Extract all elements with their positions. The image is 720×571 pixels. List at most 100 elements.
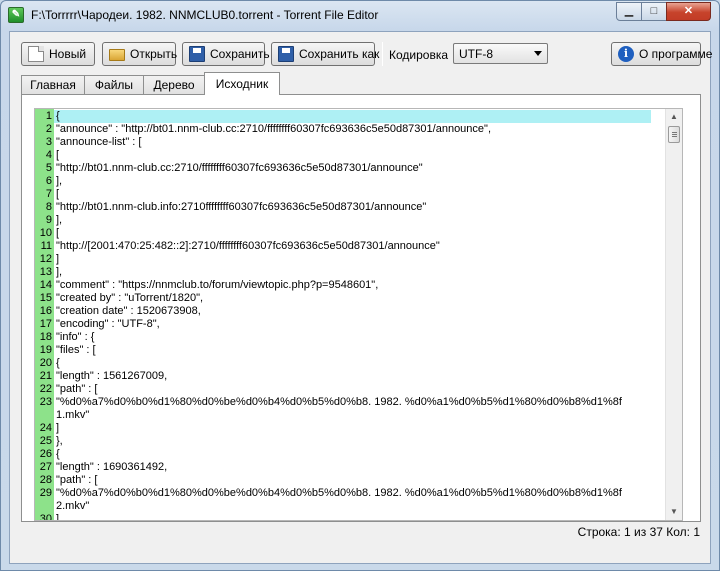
code-line[interactable]: 2.mkv" [35,500,667,513]
open-button-label: Открыть [130,47,178,61]
line-text: "%d0%a7%d0%b0%d1%80%d0%be%d0%b4%d0%b5%d0… [56,396,622,408]
scrollbar-thumb[interactable] [668,126,680,143]
code-line[interactable]: 16 "creation date" : 1520673908, [35,305,667,318]
line-text: "http://[2001:470:25:482::2]:2710/ffffff… [56,240,440,252]
line-number: 1 [45,110,52,122]
line-number: 13 [39,266,52,278]
line-number: 18 [39,331,52,343]
line-number: 11 [40,240,52,252]
about-button[interactable]: i О программе [611,42,712,66]
save-as-button[interactable]: Сохранить как [271,42,379,66]
line-text: ] [56,253,60,265]
line-text: ], [56,175,63,187]
close-button[interactable]: ✕ [666,2,711,21]
code-line[interactable]: 18 "info" : { [35,331,667,344]
code-line[interactable]: 20 { [35,357,667,370]
line-text: "announce" : "http://bt01.nnm-club.cc:27… [56,123,491,135]
code-line[interactable]: 22 "path" : [ [35,383,667,396]
source-editor[interactable]: 1{2 "announce" : "http://bt01.nnm-club.c… [34,108,683,521]
tab-source[interactable]: Исходник [204,72,280,95]
encoding-select[interactable]: UTF-8 [453,43,548,64]
line-number: 2 [45,123,52,135]
line-text: "announce-list" : [ [56,136,142,148]
save-as-button-label: Сохранить как [299,47,380,61]
line-number: 10 [39,227,52,239]
code-line[interactable]: 13 ], [35,266,667,279]
line-text: ], [56,214,63,226]
line-text: "created by" : "uTorrent/1820", [56,292,204,304]
line-text: "path" : [ [56,383,98,395]
line-number: 19 [39,344,52,356]
line-text: "http://bt01.nnm-club.cc:2710/ffffffff60… [56,162,423,174]
tab-files[interactable]: Файлы [84,75,144,95]
line-text: "info" : { [56,331,95,343]
new-button[interactable]: Новый [21,42,95,66]
line-number: 30 [39,513,52,521]
code-line[interactable]: 28 "path" : [ [35,474,667,487]
current-line-highlight [54,110,651,123]
info-icon: i [618,46,634,62]
code-line[interactable]: 11 "http://[2001:470:25:482::2]:2710/fff… [35,240,667,253]
code-line[interactable]: 25 }, [35,435,667,448]
code-line[interactable]: 23 "%d0%a7%d0%b0%d1%80%d0%be%d0%b4%d0%b5… [35,396,667,409]
tab-main[interactable]: Главная [21,75,85,95]
floppy-disk-icon [189,46,205,62]
title-bar[interactable]: ✎ F:\Torrrrr\Чародеи. 1982. NNMCLUB0.tor… [1,1,719,30]
code-line[interactable]: 6 ], [35,175,667,188]
code-line[interactable]: 14 "comment" : "https://nnmclub.to/forum… [35,279,667,292]
vertical-scrollbar[interactable]: ▲ ▼ [665,109,682,520]
line-text: ], [56,266,63,278]
app-window: ✎ F:\Torrrrr\Чародеи. 1982. NNMCLUB0.tor… [0,0,720,571]
code-line[interactable]: 8 "http://bt01.nnm-club.info:2710fffffff… [35,201,667,214]
code-line[interactable]: 2 "announce" : "http://bt01.nnm-club.cc:… [35,123,667,136]
line-number: 20 [39,357,52,369]
scroll-up-arrow-icon[interactable]: ▲ [666,109,682,125]
tab-tree[interactable]: Дерево [143,75,205,95]
minimize-button[interactable]: ▁ [616,2,642,21]
code-line[interactable]: 9 ], [35,214,667,227]
new-document-icon [28,46,44,62]
code-line[interactable]: 26 { [35,448,667,461]
save-button-label: Сохранить [210,47,270,61]
line-number: 7 [45,188,52,200]
line-text: 2.mkv" [56,500,90,512]
code-line[interactable]: 30 ] [35,513,667,521]
line-number: 16 [39,305,52,317]
code-line[interactable]: 27 "length" : 1690361492, [35,461,667,474]
line-number: 5 [45,162,52,174]
code-line[interactable]: 1.mkv" [35,409,667,422]
code-line[interactable]: 19 "files" : [ [35,344,667,357]
code-line[interactable]: 10 [ [35,227,667,240]
window-title: F:\Torrrrr\Чародеи. 1982. NNMCLUB0.torre… [31,8,379,22]
code-line[interactable]: 5 "http://bt01.nnm-club.cc:2710/ffffffff… [35,162,667,175]
about-button-label: О программе [639,47,713,61]
line-number: 3 [45,136,52,148]
line-text: { [56,357,60,369]
code-line[interactable]: 24 ] [35,422,667,435]
source-tab-panel: 1{2 "announce" : "http://bt01.nnm-club.c… [21,94,701,522]
line-number: 9 [45,214,52,226]
code-line[interactable]: 12 ] [35,253,667,266]
code-line[interactable]: 17 "encoding" : "UTF-8", [35,318,667,331]
line-text: "%d0%a7%d0%b0%d1%80%d0%be%d0%b4%d0%b5%d0… [56,487,622,499]
save-button[interactable]: Сохранить [182,42,270,66]
code-line[interactable]: 7 [ [35,188,667,201]
floppy-disk-icon [278,46,294,62]
toolbar-divider [382,42,383,66]
code-line[interactable]: 1{ [35,110,667,123]
open-button[interactable]: Открыть [102,42,178,66]
line-text: "length" : 1561267009, [56,370,168,382]
line-text: [ [56,149,60,161]
line-text: { [56,448,60,460]
scroll-down-arrow-icon[interactable]: ▼ [666,504,682,520]
line-number: 17 [39,318,52,330]
maximize-button[interactable]: □ [641,2,667,21]
line-text: }, [56,435,63,447]
code-line[interactable]: 29 "%d0%a7%d0%b0%d1%80%d0%be%d0%b4%d0%b5… [35,487,667,500]
folder-icon [109,49,125,61]
code-line[interactable]: 21 "length" : 1561267009, [35,370,667,383]
line-number: 29 [39,487,52,499]
code-line[interactable]: 4 [ [35,149,667,162]
code-line[interactable]: 3 "announce-list" : [ [35,136,667,149]
code-line[interactable]: 15 "created by" : "uTorrent/1820", [35,292,667,305]
